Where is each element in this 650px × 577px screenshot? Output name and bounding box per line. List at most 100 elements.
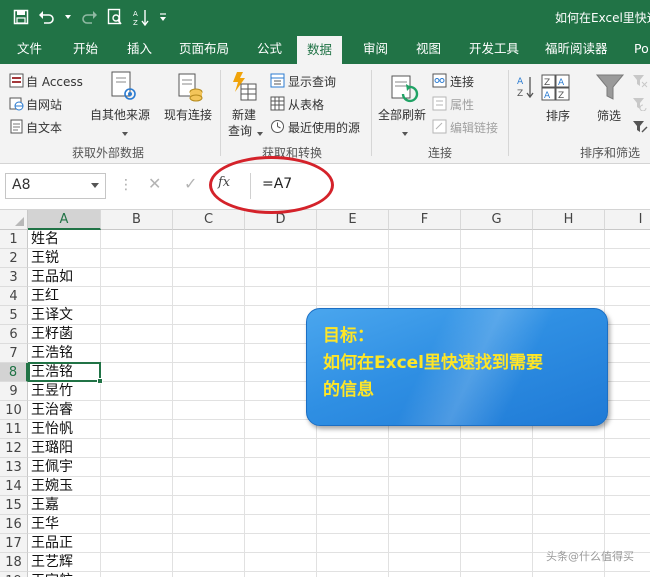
sort-ascending-icon[interactable]: AZ <box>516 74 534 103</box>
column-header-e[interactable]: E <box>317 210 389 230</box>
tab-0[interactable]: 文件 <box>17 34 42 64</box>
row-header[interactable]: 17 <box>0 534 28 553</box>
cell-a1[interactable]: 姓名 <box>31 230 59 249</box>
cell-a4[interactable]: 王红 <box>31 287 59 306</box>
tab-8[interactable]: 开发工具 <box>469 34 519 64</box>
new-query-icon <box>229 70 259 107</box>
ribbon-tabs: 文件 开始 插入 页面布局 公式 数据 审阅 视图 开发工具 福昕阅读器 Po <box>0 34 650 64</box>
cell-a19[interactable]: 王宇航 <box>31 572 73 577</box>
new-query-button[interactable]: 新建 <box>232 106 256 123</box>
undo-icon[interactable] <box>38 8 56 26</box>
cell-a2[interactable]: 王锐 <box>31 249 59 268</box>
cell-a16[interactable]: 王华 <box>31 515 59 534</box>
cell-a17[interactable]: 王品正 <box>31 534 73 553</box>
cell-a18[interactable]: 王艺辉 <box>31 553 73 572</box>
save-icon[interactable] <box>12 8 30 26</box>
tab-1[interactable]: 开始 <box>73 34 98 64</box>
cell-a6[interactable]: 王籽菡 <box>31 325 73 344</box>
row-header[interactable]: 19 <box>0 572 28 577</box>
tab-3[interactable]: 页面布局 <box>179 34 229 64</box>
cell-a5[interactable]: 王译文 <box>31 306 73 325</box>
row-header[interactable]: 2 <box>0 249 28 268</box>
row-header[interactable]: 10 <box>0 401 28 420</box>
from-other-sources-button[interactable]: 自其他来源 <box>90 106 150 123</box>
confirm-icon[interactable]: ✓ <box>184 174 197 193</box>
chevron-down-icon[interactable] <box>91 183 99 188</box>
sort-icon[interactable]: AZ <box>132 8 150 26</box>
row-header[interactable]: 6 <box>0 325 28 344</box>
row-header[interactable]: 11 <box>0 420 28 439</box>
connections-button[interactable]: 连接 <box>450 73 474 90</box>
row-header[interactable]: 3 <box>0 268 28 287</box>
redo-icon[interactable] <box>80 8 98 26</box>
show-queries-button[interactable]: 显示查询 <box>288 73 336 90</box>
properties-button[interactable]: 属性 <box>450 96 474 113</box>
tab-6[interactable]: 审阅 <box>363 34 388 64</box>
row-header[interactable]: 5 <box>0 306 28 325</box>
tab-2[interactable]: 插入 <box>127 34 152 64</box>
cancel-icon[interactable]: ✕ <box>148 174 161 193</box>
reapply-icon[interactable] <box>632 96 648 114</box>
new-query-button-line2[interactable]: 查询 <box>228 122 252 139</box>
select-all-button[interactable] <box>0 210 28 230</box>
column-header-h[interactable]: H <box>533 210 605 230</box>
row-header[interactable]: 14 <box>0 477 28 496</box>
column-header-i[interactable]: I <box>605 210 650 230</box>
grid-line <box>28 457 650 458</box>
tab-7[interactable]: 视图 <box>416 34 441 64</box>
advanced-filter-icon[interactable] <box>632 119 648 137</box>
row-header[interactable]: 15 <box>0 496 28 515</box>
column-header-g[interactable]: G <box>461 210 533 230</box>
cell-a10[interactable]: 王治睿 <box>31 401 73 420</box>
grid-line <box>28 248 650 249</box>
from-web-button[interactable]: 自网站 <box>26 96 62 113</box>
fill-handle[interactable] <box>97 378 103 384</box>
from-access-button[interactable]: 自 Access <box>26 73 83 90</box>
row-header[interactable]: 8 <box>0 363 28 382</box>
row-header[interactable]: 4 <box>0 287 28 306</box>
filter-button[interactable]: 筛选 <box>597 107 621 124</box>
existing-connections-button[interactable]: 现有连接 <box>164 106 212 123</box>
active-cell-border[interactable] <box>28 362 101 382</box>
undo-dropdown-icon[interactable] <box>64 8 72 26</box>
row-header[interactable]: 16 <box>0 515 28 534</box>
from-table-button[interactable]: 从表格 <box>288 96 324 113</box>
cell-a14[interactable]: 王婉玉 <box>31 477 73 496</box>
column-header-c[interactable]: C <box>173 210 245 230</box>
svg-text:Z: Z <box>517 89 523 99</box>
refresh-all-button[interactable]: 全部刷新 <box>378 106 426 123</box>
cell-a3[interactable]: 王品如 <box>31 268 73 287</box>
sort-button[interactable]: 排序 <box>546 107 570 124</box>
cell-a9[interactable]: 王昱竹 <box>31 382 73 401</box>
formula-bar-resize-handle[interactable]: ⋮ <box>119 177 133 193</box>
grid-line <box>28 286 650 287</box>
clear-filter-icon[interactable] <box>632 73 648 91</box>
row-header[interactable]: 13 <box>0 458 28 477</box>
cell-a12[interactable]: 王璐阳 <box>31 439 73 458</box>
sort-icon[interactable]: ZAAZ <box>541 74 571 105</box>
print-preview-icon[interactable] <box>106 8 124 26</box>
edit-links-button[interactable]: 编辑链接 <box>450 119 498 136</box>
tab-9[interactable]: 福昕阅读器 <box>545 34 608 64</box>
row-header[interactable]: 7 <box>0 344 28 363</box>
window-title: 如何在Excel里快速 <box>555 11 650 25</box>
cell-a7[interactable]: 王浩铭 <box>31 344 73 363</box>
column-header-a[interactable]: A <box>28 210 101 230</box>
from-text-button[interactable]: 自文本 <box>26 119 62 136</box>
group-separator <box>220 70 221 156</box>
cell-a15[interactable]: 王嘉 <box>31 496 59 515</box>
customize-qat-icon[interactable] <box>158 8 168 26</box>
recent-sources-button[interactable]: 最近使用的源 <box>288 119 360 136</box>
cell-a13[interactable]: 王佩宇 <box>31 458 73 477</box>
column-header-b[interactable]: B <box>101 210 173 230</box>
tab-5[interactable]: 数据 <box>297 36 343 64</box>
row-header[interactable]: 18 <box>0 553 28 572</box>
tab-10[interactable]: Po <box>634 34 649 64</box>
row-header[interactable]: 9 <box>0 382 28 401</box>
cell-a11[interactable]: 王怡帆 <box>31 420 73 439</box>
tab-4[interactable]: 公式 <box>257 34 282 64</box>
name-box[interactable]: A8 <box>5 173 106 199</box>
row-header[interactable]: 1 <box>0 230 28 249</box>
column-header-f[interactable]: F <box>389 210 461 230</box>
row-header[interactable]: 12 <box>0 439 28 458</box>
